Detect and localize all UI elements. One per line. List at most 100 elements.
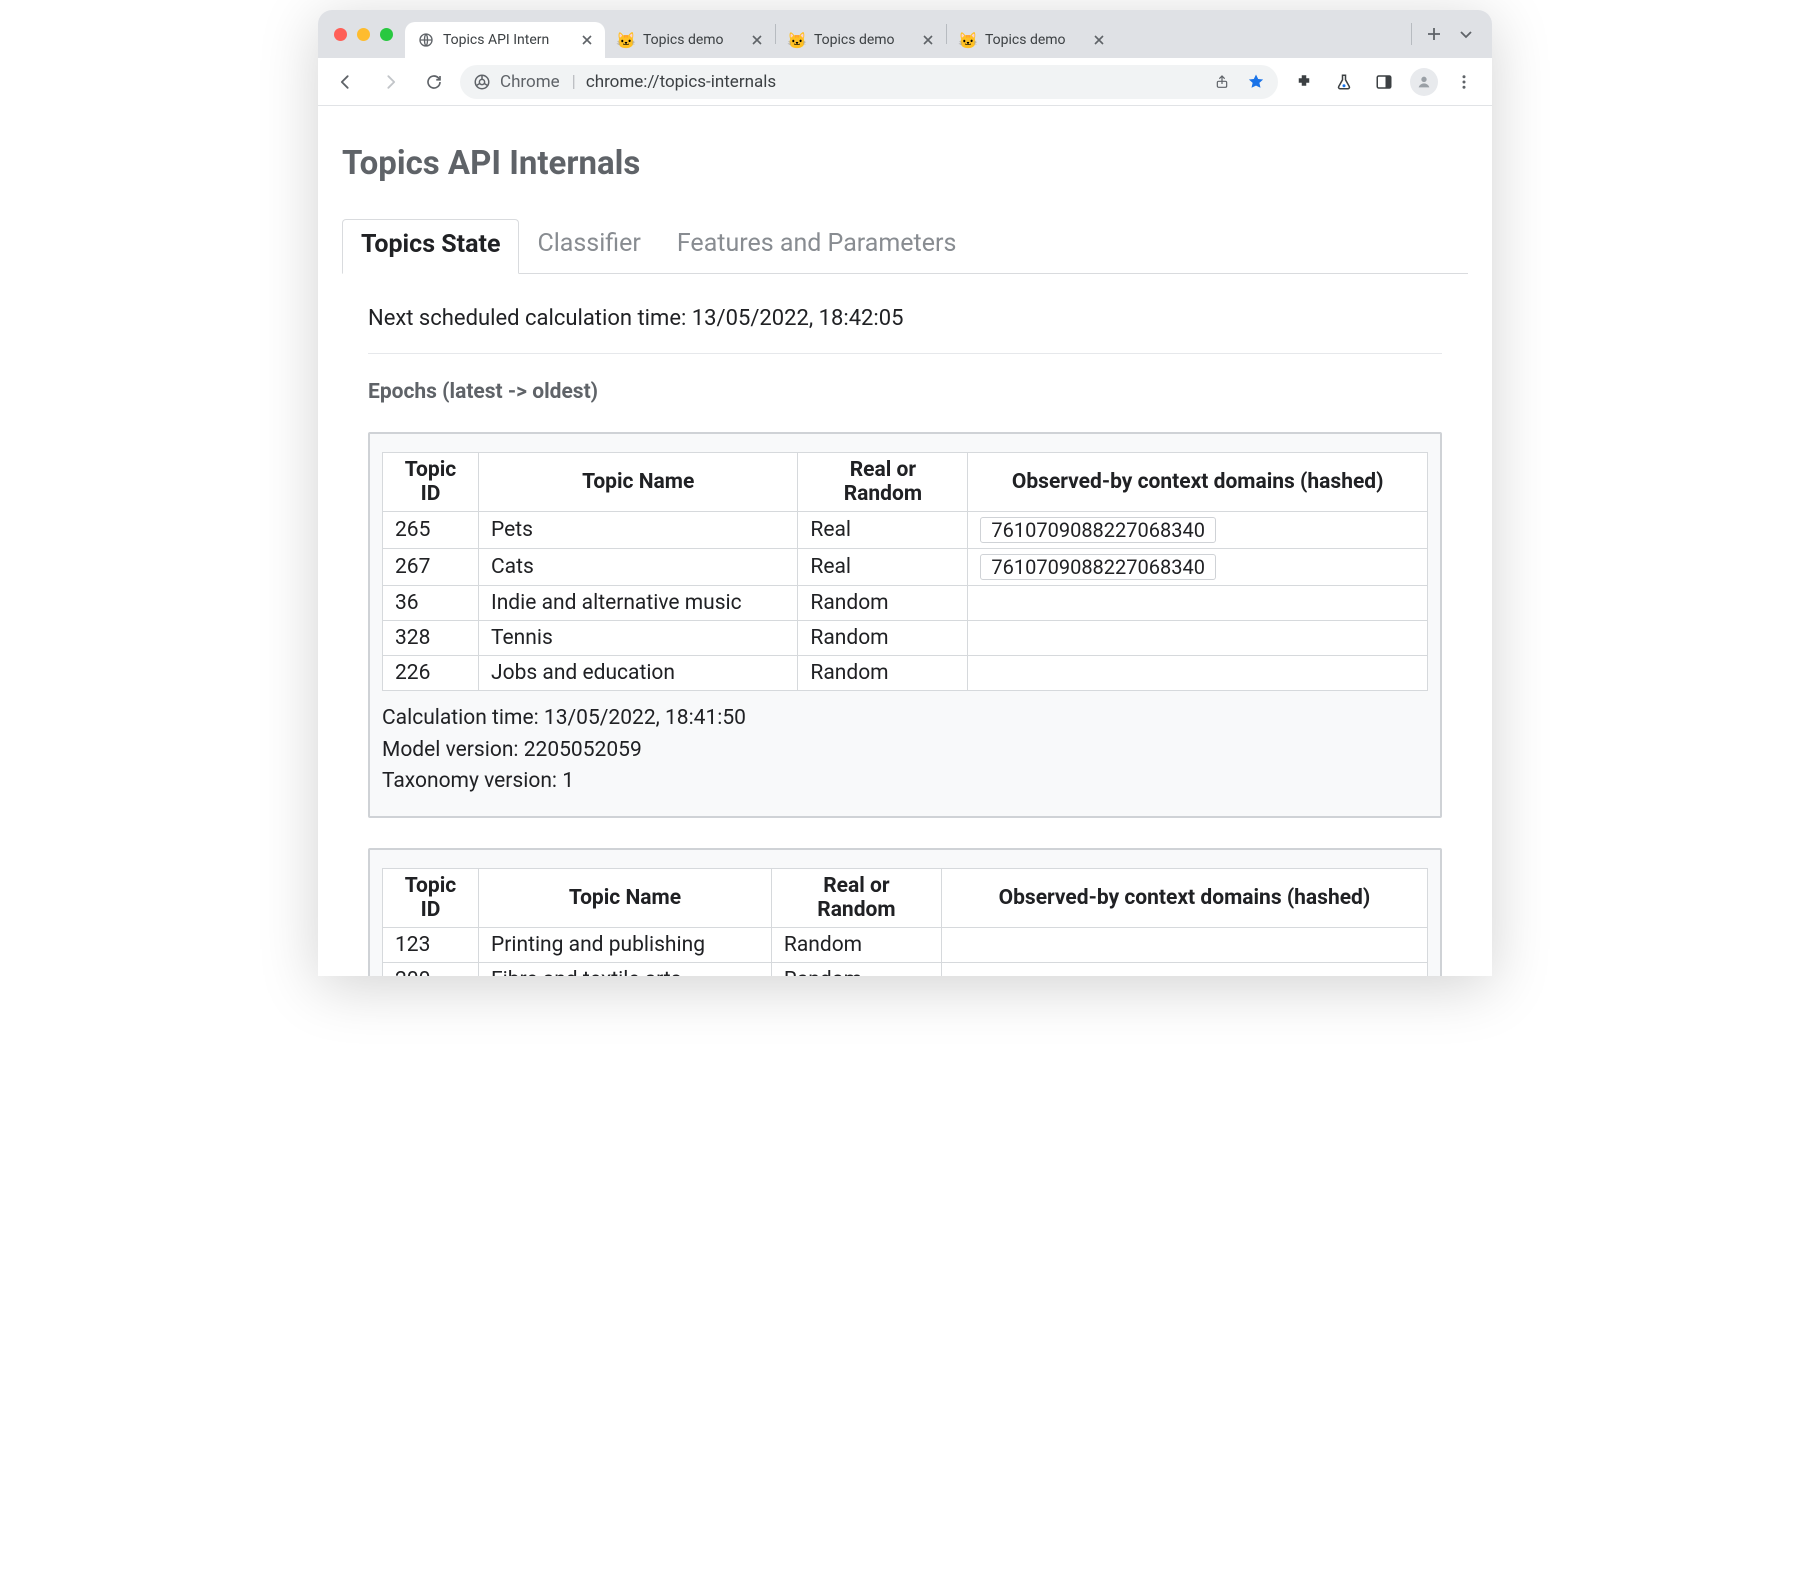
toolbar-actions <box>1286 64 1482 100</box>
next-calc-value: 13/05/2022, 18:42:05 <box>692 306 904 331</box>
extensions-icon[interactable] <box>1286 64 1322 100</box>
cell-topic-id: 36 <box>383 586 479 621</box>
cell-topic-id: 267 <box>383 549 479 586</box>
browser-tab[interactable]: 🐱 Topics demo <box>776 22 946 58</box>
browser-tab[interactable]: 🐱 Topics demo <box>947 22 1117 58</box>
table-row: 200 Fibre and textile arts Random <box>383 962 1428 976</box>
browser-tab-label: Topics API Intern <box>443 32 573 48</box>
table-row: 265 Pets Real 7610709088227068340 <box>383 512 1428 549</box>
close-tab-icon[interactable] <box>920 32 936 48</box>
cell-topic-name: Fibre and textile arts <box>479 962 772 976</box>
close-tab-icon[interactable] <box>749 32 765 48</box>
address-bar[interactable]: Chrome | chrome://topics-internals <box>460 65 1278 99</box>
tabs-overflow-button[interactable] <box>1450 18 1482 50</box>
cat-icon: 🐱 <box>788 31 806 49</box>
tab-features-parameters[interactable]: Features and Parameters <box>659 219 975 274</box>
epoch-meta: Calculation time: 13/05/2022, 18:41:50 M… <box>382 703 1428 798</box>
cell-kind: Random <box>798 586 968 621</box>
back-button[interactable] <box>328 64 364 100</box>
table-row: 328 Tennis Random <box>383 621 1428 656</box>
share-icon[interactable] <box>1208 68 1236 96</box>
cat-icon: 🐱 <box>959 31 977 49</box>
cat-icon: 🐱 <box>617 31 635 49</box>
content-tabs: Topics State Classifier Features and Par… <box>342 219 1468 274</box>
browser-tabs: Topics API Intern 🐱 Topics demo 🐱 Topics… <box>405 10 1401 58</box>
cell-hash: 7610709088227068340 <box>968 549 1428 586</box>
browser-tab-label: Topics demo <box>814 32 914 48</box>
bookmark-star-icon[interactable] <box>1242 68 1270 96</box>
browser-tab[interactable]: 🐱 Topics demo <box>605 22 775 58</box>
cell-kind: Random <box>771 962 941 976</box>
col-topic-name: Topic Name <box>479 453 798 512</box>
cell-topic-name: Indie and alternative music <box>479 586 798 621</box>
model-version-value: 2205052059 <box>524 738 642 762</box>
globe-icon <box>417 31 435 49</box>
cell-topic-name: Tennis <box>479 621 798 656</box>
epoch-table: Topic ID Topic Name Real or Random Obser… <box>382 452 1428 691</box>
hash-chip: 7610709088227068340 <box>980 517 1216 543</box>
browser-toolbar: Chrome | chrome://topics-internals <box>318 58 1492 106</box>
cell-kind: Real <box>798 549 968 586</box>
side-panel-icon[interactable] <box>1366 64 1402 100</box>
table-row: 226 Jobs and education Random <box>383 656 1428 691</box>
close-tab-icon[interactable] <box>579 32 595 48</box>
cell-hash <box>941 927 1427 962</box>
page-content: Topics API Internals Topics State Classi… <box>318 106 1492 976</box>
tab-classifier[interactable]: Classifier <box>519 219 658 274</box>
chrome-icon <box>472 72 492 92</box>
cell-topic-id: 123 <box>383 927 479 962</box>
new-tab-button[interactable] <box>1418 18 1450 50</box>
col-topic-name: Topic Name <box>479 868 772 927</box>
col-real-random: Real or Random <box>771 868 941 927</box>
cell-hash <box>968 656 1428 691</box>
hash-chip: 7610709088227068340 <box>980 554 1216 580</box>
epoch-box: Topic ID Topic Name Real or Random Obser… <box>368 848 1442 977</box>
col-real-random: Real or Random <box>798 453 968 512</box>
table-row: 123 Printing and publishing Random <box>383 927 1428 962</box>
next-calc-line: Next scheduled calculation time: 13/05/2… <box>368 294 1442 354</box>
col-observed: Observed-by context domains (hashed) <box>941 868 1427 927</box>
close-tab-icon[interactable] <box>1091 32 1107 48</box>
model-version-label: Model version: <box>382 738 524 762</box>
table-header-row: Topic ID Topic Name Real or Random Obser… <box>383 453 1428 512</box>
minimize-window-button[interactable] <box>357 28 370 41</box>
cell-kind: Random <box>798 656 968 691</box>
close-window-button[interactable] <box>334 28 347 41</box>
cell-kind: Random <box>798 621 968 656</box>
separator: | <box>572 72 576 92</box>
url-scheme-label: Chrome <box>500 72 560 92</box>
reload-button[interactable] <box>416 64 452 100</box>
table-row: 36 Indie and alternative music Random <box>383 586 1428 621</box>
cell-kind: Real <box>798 512 968 549</box>
cell-topic-id: 200 <box>383 962 479 976</box>
col-topic-id: Topic ID <box>383 868 479 927</box>
cell-hash <box>968 586 1428 621</box>
cell-topic-id: 226 <box>383 656 479 691</box>
taxonomy-version-value: 1 <box>562 769 574 793</box>
forward-button[interactable] <box>372 64 408 100</box>
browser-tab-label: Topics demo <box>985 32 1085 48</box>
labs-icon[interactable] <box>1326 64 1362 100</box>
tab-strip: Topics API Intern 🐱 Topics demo 🐱 Topics… <box>318 10 1492 58</box>
profile-avatar[interactable] <box>1406 64 1442 100</box>
table-row: 267 Cats Real 7610709088227068340 <box>383 549 1428 586</box>
table-header-row: Topic ID Topic Name Real or Random Obser… <box>383 868 1428 927</box>
topics-state-panel: Next scheduled calculation time: 13/05/2… <box>342 274 1468 976</box>
cell-topic-id: 265 <box>383 512 479 549</box>
next-calc-label: Next scheduled calculation time: <box>368 306 692 331</box>
kebab-menu-icon[interactable] <box>1446 64 1482 100</box>
cell-topic-name: Jobs and education <box>479 656 798 691</box>
url-text: chrome://topics-internals <box>586 72 776 92</box>
col-observed: Observed-by context domains (hashed) <box>968 453 1428 512</box>
taxonomy-version-label: Taxonomy version: <box>382 769 562 793</box>
cell-kind: Random <box>771 927 941 962</box>
maximize-window-button[interactable] <box>380 28 393 41</box>
cell-topic-id: 328 <box>383 621 479 656</box>
cell-topic-name: Pets <box>479 512 798 549</box>
tabstrip-actions <box>1401 10 1482 58</box>
window-controls <box>328 10 405 58</box>
tab-topics-state[interactable]: Topics State <box>342 219 519 274</box>
browser-tab-label: Topics demo <box>643 32 743 48</box>
col-topic-id: Topic ID <box>383 453 479 512</box>
browser-tab[interactable]: Topics API Intern <box>405 22 605 58</box>
